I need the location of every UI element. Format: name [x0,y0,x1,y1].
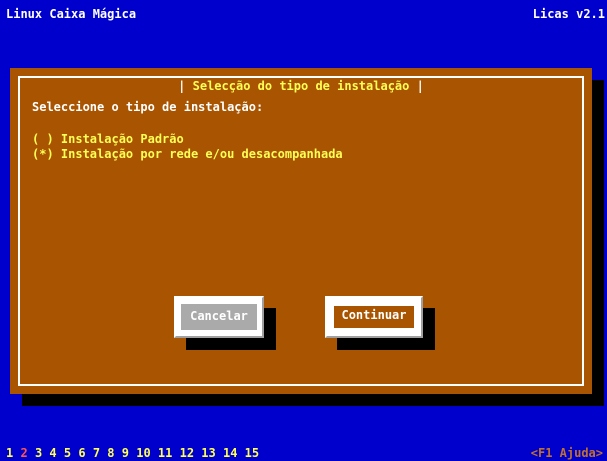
step-14: 14 [222,446,238,460]
continue-button[interactable]: Continuar [325,296,423,338]
install-type-radio-list: ( ) Instalação Padrão (*) Instalação por… [32,132,343,162]
step-9: 9 [121,446,129,460]
step-15: 15 [244,446,260,460]
radio-option-standard[interactable]: ( ) Instalação Padrão [32,132,343,147]
step-7: 7 [92,446,101,460]
step-10: 10 [136,446,151,460]
step-6: 6 [78,446,86,460]
cancel-button-label: Cancelar [181,304,257,330]
step-11: 11 [157,446,173,460]
step-1: 1 [6,446,14,460]
step-3: 3 [34,446,43,460]
dialog-frame: | Selecção do tipo de instalação | [18,76,584,386]
step-12: 12 [179,446,195,460]
dialog-title: | Selecção do tipo de instalação | [174,79,428,93]
step-indicator: 1 2 3 4 5 6 7 8 9 10 11 12 13 14 15 [6,446,259,460]
help-hint: <F1 Ajuda> [530,446,603,460]
app-title: Linux Caixa Mágica [6,7,137,21]
cancel-button[interactable]: Cancelar [174,296,264,338]
installation-type-dialog: | Selecção do tipo de instalação | Selec… [10,68,592,394]
title-bar-left: | [178,79,186,93]
dialog-prompt: Seleccione o tipo de instalação: [32,100,264,114]
title-bar-right: | [416,79,424,93]
step-2-current: 2 [20,446,28,460]
continue-button-label: Continuar [332,304,416,330]
step-8: 8 [107,446,115,460]
radio-option-network[interactable]: (*) Instalação por rede e/ou desacompanh… [32,147,343,162]
step-13: 13 [201,446,216,460]
step-5: 5 [63,446,72,460]
app-version: Licas v2.1 [532,7,605,21]
step-4: 4 [49,446,57,460]
dialog-title-text: Selecção do tipo de instalação [192,79,410,93]
